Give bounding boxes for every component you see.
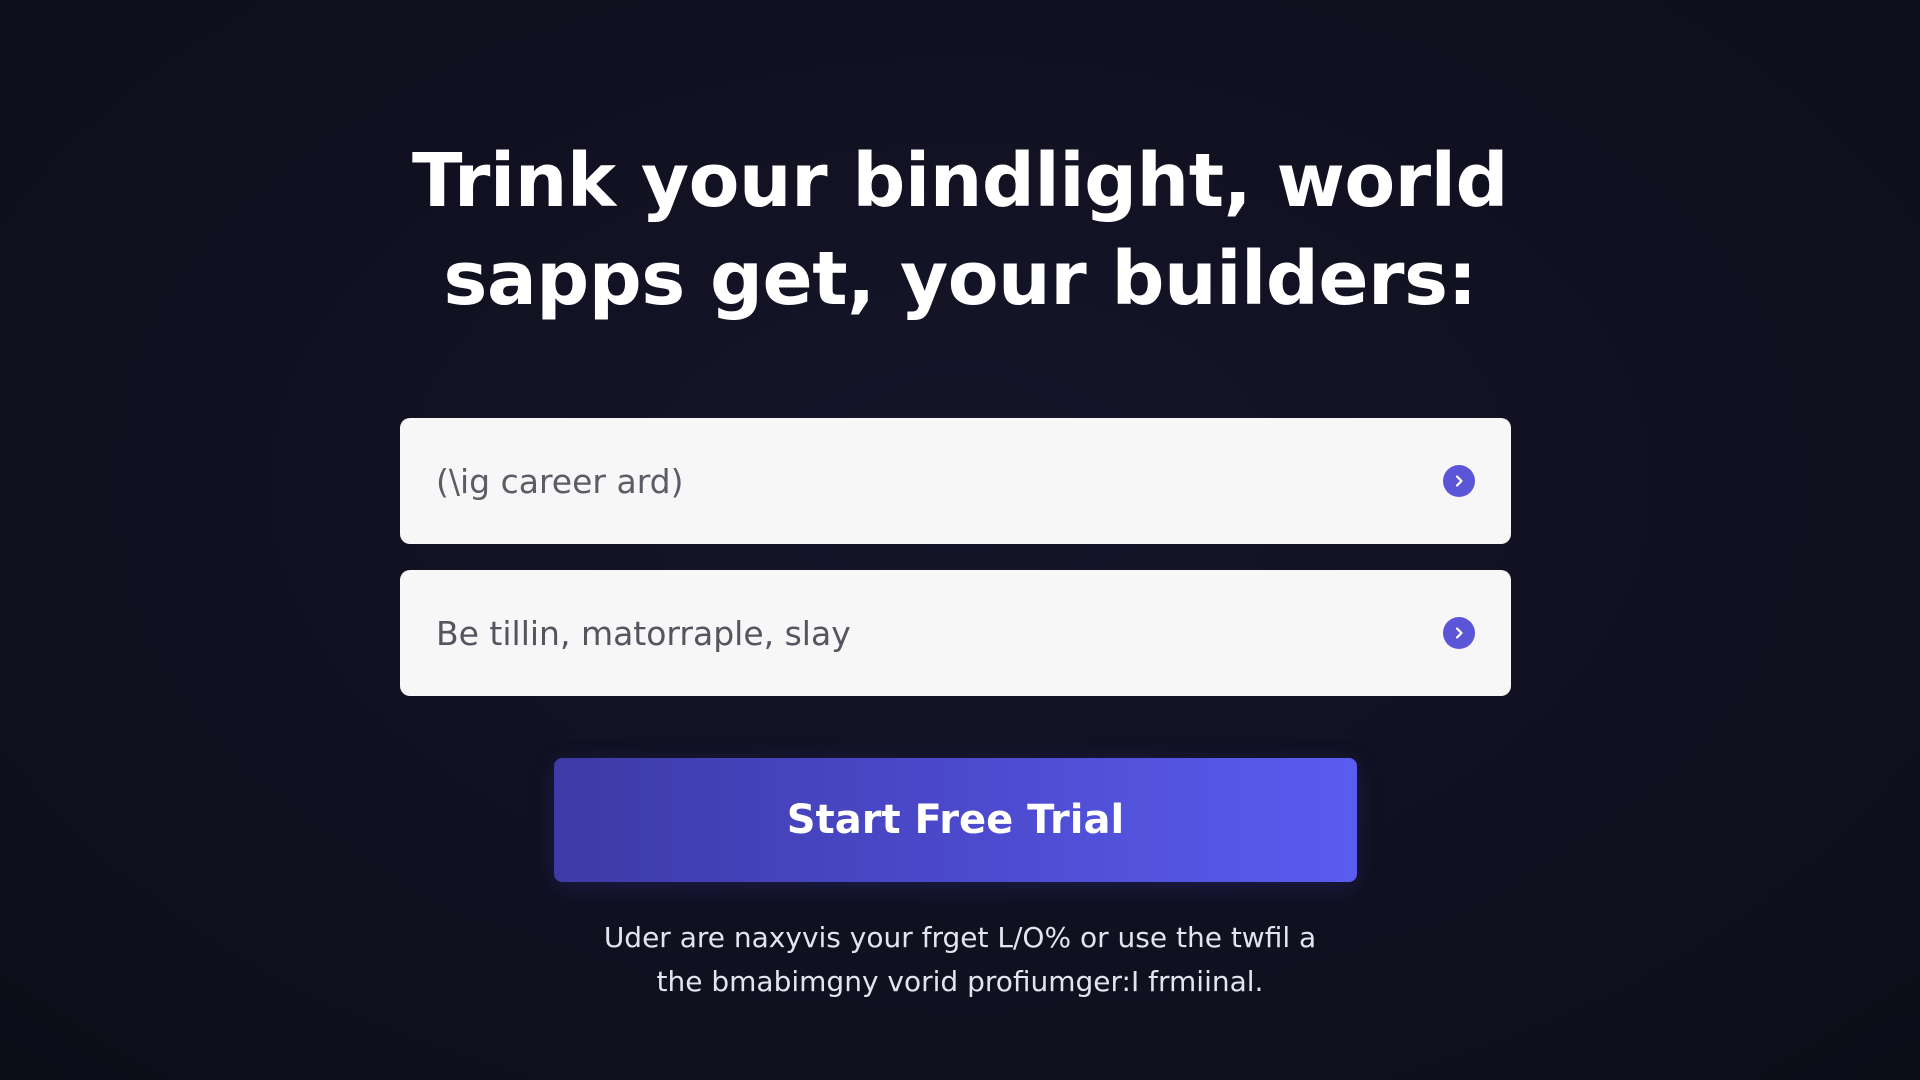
footnote-line-1: Uder are naxyvis your frget L/O% or use … [603, 921, 1317, 954]
start-free-trial-button[interactable]: Start Free Trial [554, 758, 1357, 882]
second-input-field [400, 570, 1511, 696]
arrow-right-circle-icon [1455, 627, 1463, 639]
arrow-right-circle-icon [1455, 475, 1463, 487]
first-field-submit-button[interactable] [1443, 465, 1475, 497]
hero-headline-line-1: Trink your bindlight, world [411, 138, 1509, 224]
first-text-input[interactable] [434, 450, 1443, 512]
footnote-line-2: the bmabimgny vorid profiumger:I frmiina… [656, 965, 1264, 998]
second-field-submit-button[interactable] [1443, 617, 1475, 649]
first-input-field [400, 418, 1511, 544]
second-text-input[interactable] [434, 602, 1443, 664]
hero-headline: Trink your bindlight, world sapps get, y… [360, 132, 1560, 328]
footnote-text: Uder are naxyvis your frget L/O% or use … [460, 916, 1460, 1004]
signup-page: Trink your bindlight, world sapps get, y… [0, 0, 1920, 1080]
hero-headline-line-2: sapps get, your builders: [443, 236, 1477, 322]
